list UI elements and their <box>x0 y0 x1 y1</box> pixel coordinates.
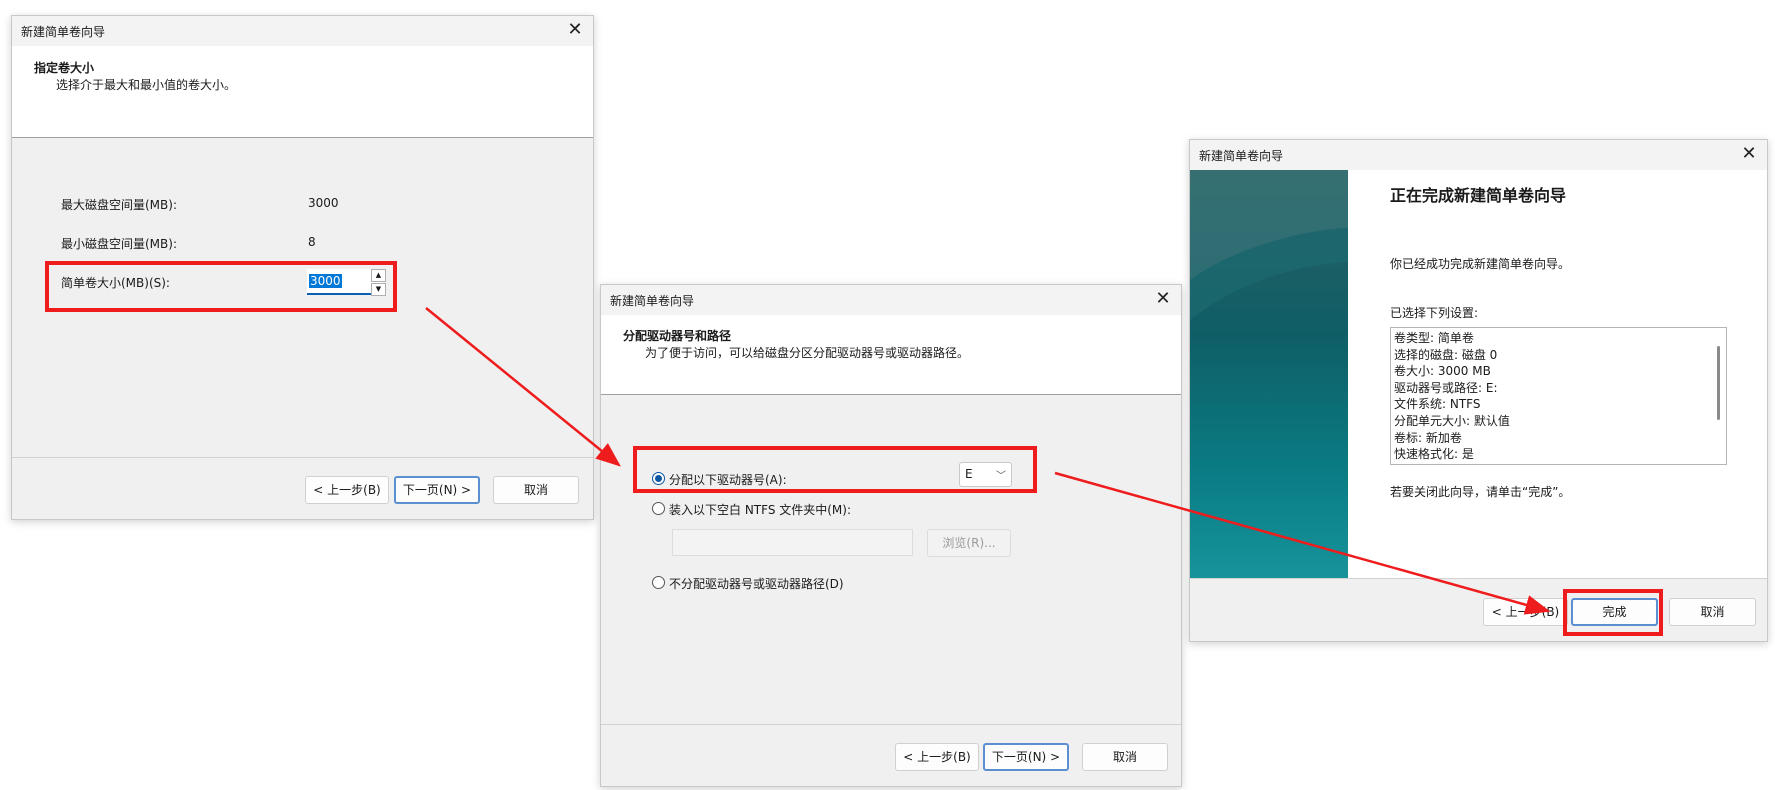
settings-list-item: 快速格式化: 是 <box>1394 447 1474 462</box>
wizard-footer: < 上一步(B) 下一页(N) > 取消 <box>12 457 593 519</box>
close-icon[interactable]: ✕ <box>1151 287 1175 311</box>
min-size-value: 8 <box>308 235 316 249</box>
drive-letter-dialog: 新建简单卷向导 ✕ 分配驱动器号和路径 为了便于访问，可以给磁盘分区分配驱动器号… <box>600 284 1182 787</box>
browse-button[interactable]: 浏览(R)... <box>927 529 1011 557</box>
max-size-value: 3000 <box>308 196 339 210</box>
cancel-button[interactable]: 取消 <box>1669 598 1756 626</box>
window-title: 新建简单卷向导 <box>21 25 106 39</box>
back-button[interactable]: < 上一步(B) <box>895 743 979 771</box>
settings-label: 已选择下列设置: <box>1390 306 1479 320</box>
window-title: 新建简单卷向导 <box>610 294 695 308</box>
window-title: 新建简单卷向导 <box>1199 149 1284 163</box>
wizard-footer: < 上一步(B) 完成 取消 <box>1190 578 1767 641</box>
header-subtitle: 选择介于最大和最小值的卷大小。 <box>56 78 237 92</box>
close-hint: 若要关闭此向导，请单击“完成”。 <box>1390 485 1571 499</box>
settings-list-item: 卷类型: 简单卷 <box>1394 331 1474 345</box>
settings-list[interactable]: 卷类型: 简单卷选择的磁盘: 磁盘 0 卷大小: 3000 MB 驱动器号或路径: … <box>1390 327 1727 465</box>
completion-content: 正在完成新建简单卷向导 你已经成功完成新建简单卷向导。 已选择下列设置: 卷类型… <box>1348 170 1767 580</box>
min-size-label: 最小磁盘空间量(MB): <box>61 237 177 251</box>
title-bar: 新建简单卷向导 ✕ <box>601 285 1181 315</box>
settings-list-items: 卷类型: 简单卷选择的磁盘: 磁盘 0 卷大小: 3000 MB 驱动器号或路径: … <box>1394 330 1510 463</box>
cancel-button[interactable]: 取消 <box>1082 743 1168 771</box>
highlight-box-drive-letter <box>633 446 1037 493</box>
highlight-box-finish <box>1563 589 1663 636</box>
wizard-banner <box>1190 170 1348 580</box>
back-button[interactable]: < 上一步(B) <box>1483 598 1568 626</box>
settings-scrollbar[interactable] <box>1717 346 1720 420</box>
title-bar: 新建简单卷向导 ✕ <box>1190 140 1767 170</box>
wizard-header: 指定卷大小 选择介于最大和最小值的卷大小。 <box>12 46 593 138</box>
max-size-label: 最大磁盘空间量(MB): <box>61 198 177 212</box>
settings-list-item: 文件系统: NTFS <box>1394 397 1481 412</box>
next-button[interactable]: 下一页(N) > <box>394 476 480 504</box>
mount-folder-radio[interactable] <box>652 502 665 515</box>
banner-graphic <box>1190 170 1348 320</box>
header-title: 指定卷大小 <box>34 61 95 75</box>
no-letter-radio[interactable] <box>652 576 665 589</box>
header-title: 分配驱动器号和路径 <box>623 329 732 343</box>
mount-folder-label: 装入以下空白 NTFS 文件夹中(M): <box>669 503 852 517</box>
settings-list-item: 分配单元大小: 默认值 <box>1394 413 1510 428</box>
back-button[interactable]: < 上一步(B) <box>305 476 389 504</box>
settings-list-item: 卷大小: 3000 MB <box>1394 364 1491 379</box>
header-subtitle: 为了便于访问，可以给磁盘分区分配驱动器号或驱动器路径。 <box>645 346 970 360</box>
folder-path-field[interactable] <box>672 529 913 556</box>
cancel-button[interactable]: 取消 <box>493 476 579 504</box>
wizard-header: 分配驱动器号和路径 为了便于访问，可以给磁盘分区分配驱动器号或驱动器路径。 <box>601 315 1181 395</box>
no-letter-label: 不分配驱动器号或驱动器路径(D) <box>669 577 844 591</box>
title-bar: 新建简单卷向导 ✕ <box>12 16 593 46</box>
settings-list-item: 驱动器号或路径: E: <box>1394 380 1498 395</box>
wizard-footer: < 上一步(B) 下一页(N) > 取消 <box>601 724 1181 786</box>
close-icon[interactable]: ✕ <box>563 18 587 42</box>
next-button[interactable]: 下一页(N) > <box>983 743 1069 771</box>
completion-heading: 正在完成新建简单卷向导 <box>1390 186 1567 205</box>
completion-dialog: 新建简单卷向导 ✕ 正在完成新建简单卷向导 你已经成功完成新建简单卷向导。 已选… <box>1189 139 1768 642</box>
completion-intro: 你已经成功完成新建简单卷向导。 <box>1390 257 1571 271</box>
highlight-box-volume-size <box>45 261 397 312</box>
settings-list-item: 卷标: 新加卷 <box>1394 430 1462 445</box>
close-icon[interactable]: ✕ <box>1737 142 1761 166</box>
settings-list-item: 选择的磁盘: 磁盘 0 <box>1394 347 1498 362</box>
